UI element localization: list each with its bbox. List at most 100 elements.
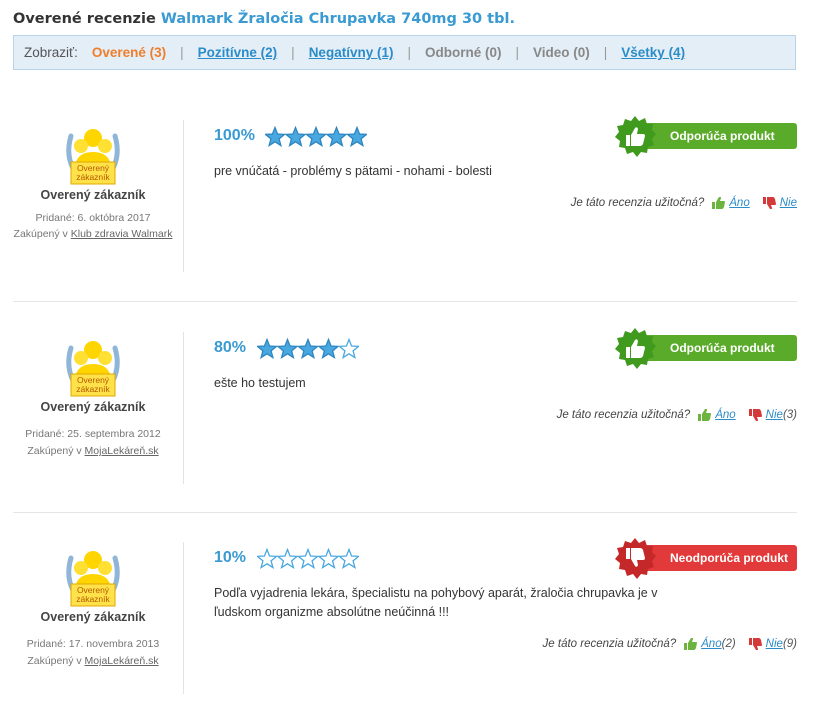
review-item: Overený zákazník Overený zákazník Pridan…	[13, 328, 797, 484]
verified-customer-medal-icon: Overený zákazník	[66, 551, 120, 607]
rating-stars	[257, 338, 359, 360]
review-divider-vertical	[183, 120, 184, 272]
thumbs-up-icon[interactable]	[683, 638, 698, 650]
star-filled-icon	[296, 338, 320, 360]
thumbs-up-icon[interactable]	[697, 409, 712, 421]
reviewer-name: Overený zákazník	[40, 188, 146, 202]
thumbs-down-icon[interactable]	[748, 638, 762, 650]
star-filled-icon	[265, 126, 287, 148]
no-count: (9)	[782, 638, 797, 650]
reviewer-info: Overený zákazník Overený zákazník Pridan…	[13, 122, 173, 241]
star-filled-icon	[284, 126, 307, 148]
shop-link[interactable]: Klub zdravia Walmark	[71, 228, 173, 240]
shop-link[interactable]: MojaLekáreň.sk	[85, 445, 159, 457]
recommendation-label: Odporúča produkt	[670, 341, 775, 355]
review-date: Pridané: 17. novembra 2013	[26, 638, 160, 650]
purchase-info: Zakúpený v MojaLekáreň.sk	[13, 654, 173, 668]
review-item: Overený zákazník Overený zákazník Pridan…	[13, 538, 797, 694]
yes-count: (2)	[721, 638, 736, 650]
star-filled-icon	[276, 338, 299, 360]
page-title: Overené recenzie Walmark Žraločia Chrupa…	[13, 11, 515, 27]
star-filled-icon	[304, 126, 328, 148]
vote-yes-link[interactable]: Áno	[701, 638, 721, 650]
vote-no-link[interactable]: Nie	[766, 638, 783, 650]
review-divider-vertical	[183, 332, 184, 484]
thumbs-up-seal-icon	[615, 116, 656, 157]
filter-separator: |	[291, 45, 295, 60]
helpfulness-vote: Je táto recenzia užitočná? Áno (2) Nie (…	[543, 638, 797, 650]
helpfulness-vote: Je táto recenzia užitočná? Áno Nie (3)	[557, 409, 797, 421]
filter-positive[interactable]: Pozitívne (2)	[198, 45, 278, 60]
rating-percent: 80%	[214, 339, 247, 356]
star-empty-icon	[296, 548, 320, 570]
star-empty-icon	[317, 548, 340, 570]
review-text: Podľa vyjadrenia lekára, špecialistu na …	[214, 586, 658, 619]
reviewer-info: Overený zákazník Overený zákazník Pridan…	[13, 544, 173, 668]
filter-separator: |	[407, 45, 411, 60]
thumbs-down-seal-icon	[615, 538, 656, 579]
svg-text:zákazník: zákazník	[76, 172, 110, 182]
thumbs-down-icon[interactable]	[748, 409, 762, 421]
vote-yes-link[interactable]: Áno	[715, 409, 735, 421]
no-count: (3)	[782, 409, 797, 421]
filter-expert: Odborné (0)	[424, 45, 502, 60]
review-separator	[13, 512, 797, 513]
helpful-question: Je táto recenzia užitočná?	[556, 409, 691, 421]
rating-percent: 100%	[214, 127, 255, 144]
review-text: pre vnúčatá - problémy s pätami - nohami…	[214, 164, 492, 178]
star-filled-icon	[325, 126, 348, 148]
purchase-info: Zakúpený v Klub zdravia Walmark	[13, 228, 173, 241]
filter-separator: |	[180, 45, 184, 60]
filter-video: Video (0)	[533, 45, 590, 60]
reviewer-name: Overený zákazník	[40, 610, 146, 624]
star-empty-icon	[276, 548, 299, 570]
recommendation-label: Neodporúča produkt	[670, 551, 789, 565]
recommendation-badge: Odporúča produkt	[615, 116, 797, 157]
review-filter-bar: Zobraziť: Overené (3) | Pozitívne (2) | …	[13, 35, 796, 70]
reviewer-name: Overený zákazník	[40, 400, 146, 414]
thumbs-up-seal-icon	[615, 328, 656, 369]
verified-customer-medal-icon: Overený zákazník	[66, 129, 120, 185]
review-date: Pridané: 6. októbra 2017	[35, 212, 151, 224]
star-filled-icon	[317, 338, 340, 360]
review-text: ešte ho testujem	[214, 376, 306, 390]
vote-no-link[interactable]: Nie	[780, 197, 797, 209]
thumbs-down-icon[interactable]	[762, 197, 776, 209]
reviewer-info: Overený zákazník Overený zákazník Pridan…	[13, 334, 173, 458]
star-empty-icon	[337, 548, 359, 570]
recommendation-badge: Neodporúča produkt	[615, 538, 797, 579]
filter-separator: |	[515, 45, 519, 60]
rating-stars	[265, 126, 367, 148]
thumbs-up-icon[interactable]	[711, 197, 726, 209]
helpful-question: Je táto recenzia užitočná?	[570, 197, 705, 209]
review-divider-vertical	[183, 542, 184, 694]
vote-yes-link[interactable]: Áno	[729, 197, 749, 209]
star-empty-icon	[337, 338, 359, 360]
filter-separator: |	[603, 45, 608, 60]
review-meta: Pridané: 25. septembra 2012 Zakúpený v M…	[13, 427, 173, 458]
purchase-info: Zakúpený v MojaLekáreň.sk	[13, 444, 173, 458]
filter-verified[interactable]: Overené (3)	[92, 45, 166, 60]
rating-stars	[257, 548, 359, 570]
review-meta: Pridané: 17. novembra 2013 Zakúpený v Mo…	[13, 637, 173, 668]
product-name: Walmark Žraločia Chrupavka 740mg 30 tbl.	[160, 11, 515, 27]
filter-all[interactable]: Všetky (4)	[621, 45, 685, 60]
recommendation-badge: Odporúča produkt	[615, 328, 797, 369]
vote-no-link[interactable]: Nie	[766, 409, 783, 421]
star-filled-icon	[257, 338, 279, 360]
star-empty-icon	[257, 548, 279, 570]
svg-text:zákazník: zákazník	[76, 384, 110, 394]
purchase-prefix: Zakúpený v	[27, 655, 82, 667]
review-meta: Pridané: 6. októbra 2017 Zakúpený v Klub…	[13, 211, 173, 241]
helpful-question: Je táto recenzia užitočná?	[542, 638, 677, 650]
star-filled-icon	[345, 126, 367, 148]
svg-text:zákazník: zákazník	[76, 594, 110, 604]
review-separator	[13, 301, 797, 302]
recommendation-label: Odporúča produkt	[670, 129, 775, 143]
review-date: Pridané: 25. septembra 2012	[25, 428, 161, 440]
helpfulness-vote: Je táto recenzia užitočná? Áno Nie	[571, 197, 797, 209]
filter-negative[interactable]: Negatívny (1)	[309, 45, 394, 60]
review-item: Overený zákazník Overený zákazník Pridan…	[13, 116, 797, 272]
shop-link[interactable]: MojaLekáreň.sk	[85, 655, 159, 667]
filter-label: Zobraziť:	[24, 45, 78, 60]
